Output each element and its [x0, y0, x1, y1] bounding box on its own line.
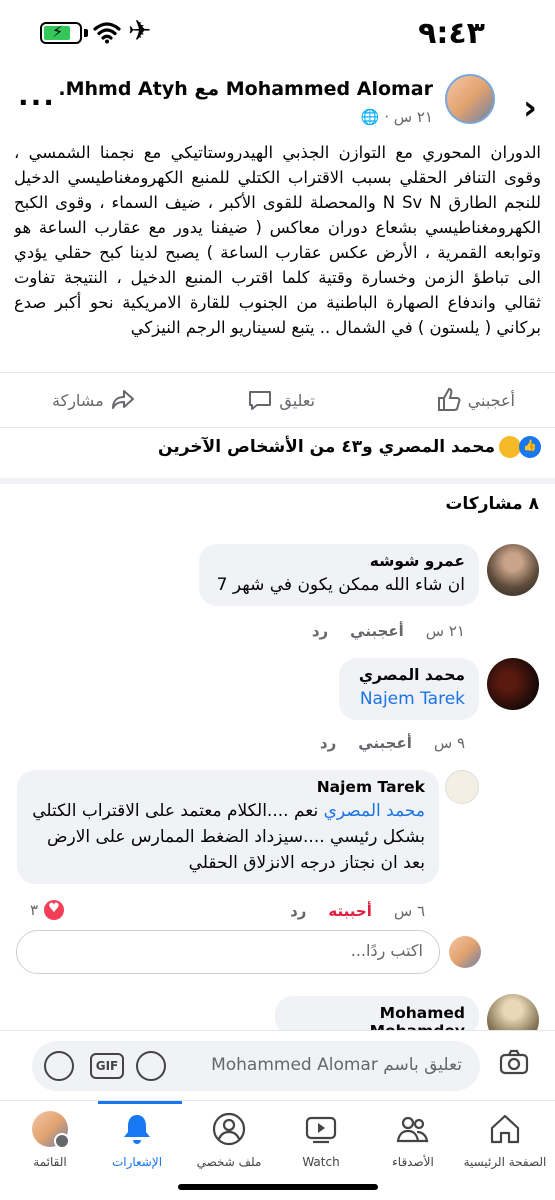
friends-icon [396, 1116, 429, 1143]
love-reaction-icon [44, 900, 65, 920]
watch-icon [305, 1116, 337, 1144]
tab-profile[interactable]: ملف شخصي [179, 1111, 279, 1169]
author-avatar[interactable] [445, 74, 495, 124]
comment-placeholder: تعليق باسم Mohammed Alomar [211, 1055, 462, 1075]
reply-user-avatar [449, 936, 481, 968]
comment-meta: ٦ س أحببته رد [290, 902, 425, 920]
comment-label: تعليق [279, 390, 315, 410]
menu-avatar-icon [32, 1111, 70, 1149]
tab-watch-label: Watch [302, 1155, 340, 1169]
camera-icon[interactable] [499, 1049, 529, 1075]
commenter-avatar[interactable] [487, 658, 539, 710]
reactions-summary[interactable]: محمد المصري و٤٣ من الأشخاص الآخرين [158, 436, 541, 458]
comment-time: ٦ س [393, 902, 425, 920]
home-icon [490, 1114, 520, 1144]
back-chevron-icon[interactable]: › [523, 88, 537, 128]
tab-menu[interactable]: القائمة [0, 1111, 100, 1169]
bell-icon [124, 1115, 150, 1144]
tab-notifications-label: الإشعارات [111, 1155, 163, 1169]
commenter-avatar[interactable] [487, 544, 539, 596]
comment-loved-button[interactable]: أحببته [328, 902, 371, 920]
post-meta: ٢١ س · 🌐 [360, 108, 433, 126]
commenter-name[interactable]: عمرو شوشه [213, 552, 465, 570]
post-author-title[interactable]: Mohammed Alomar مع Mhmd Atyh. [58, 78, 433, 100]
gif-button[interactable]: GIF [90, 1053, 124, 1079]
battery-icon: ⚡ [40, 22, 82, 44]
comment-reply-button[interactable]: رد [290, 902, 306, 920]
globe-icon: 🌐 [360, 108, 380, 126]
commenter-name[interactable]: محمد المصري [353, 666, 465, 684]
comment-bubble: محمد المصري Najem Tarek [339, 658, 479, 720]
tab-watch[interactable]: Watch [271, 1111, 371, 1169]
comment-meta: ٩ س أعجبني رد [320, 734, 465, 752]
comment-reaction-count[interactable]: ٣ [30, 900, 65, 920]
tab-profile-label: ملف شخصي [196, 1155, 262, 1169]
status-time: ٩:٤٣ [418, 16, 485, 51]
comment-bubble: Najem Tarek محمد المصري نعم ....الكلام م… [17, 770, 439, 884]
status-bar: ⚡ ✈ ٩:٤٣ [0, 0, 555, 66]
comment-reply-button[interactable]: رد [312, 622, 328, 640]
comment-composer: GIF تعليق باسم Mohammed Alomar [0, 1030, 555, 1100]
comment-input[interactable]: GIF تعليق باسم Mohammed Alomar [32, 1041, 480, 1091]
comment-time: ٢١ س [425, 622, 465, 640]
like-reaction-icon [519, 436, 541, 458]
share-label: مشاركة [52, 390, 104, 410]
shares-count[interactable]: ٨ مشاركات [445, 494, 539, 514]
comment-bubble: عمرو شوشه ان شاء الله ممكن يكون في شهر 7 [199, 544, 479, 606]
commenter-avatar[interactable] [445, 770, 479, 804]
comment-time: ٩ س [433, 734, 465, 752]
active-tab-indicator [98, 1101, 182, 1104]
share-icon [111, 390, 134, 409]
sticker-icon[interactable] [136, 1051, 166, 1081]
comment-button[interactable]: تعليق [247, 387, 315, 413]
post-body: الدوران المحوري مع التوازن الجذبي الهيدر… [14, 143, 541, 337]
comment-like-button[interactable]: أعجبني [350, 622, 404, 640]
comment-like-button[interactable]: أعجبني [358, 734, 412, 752]
reactions-text: محمد المصري و٤٣ من الأشخاص الآخرين [158, 437, 495, 457]
post-header: › Mohammed Alomar مع Mhmd Atyh. ٢١ س · 🌐… [0, 66, 555, 140]
emoji-icon[interactable] [44, 1051, 74, 1081]
tab-menu-label: القائمة [33, 1155, 67, 1169]
reply-input[interactable]: اكتب ردًا... [16, 930, 440, 974]
airplane-mode-icon: ✈ [128, 14, 152, 47]
tab-friends-label: الأصدقاء [392, 1155, 434, 1169]
post-actions: أعجبني تعليق مشاركة [0, 372, 555, 428]
comment-meta: ٢١ س أعجبني رد [312, 622, 465, 640]
tab-friends[interactable]: الأصدقاء [363, 1111, 463, 1169]
thumbs-up-icon [437, 387, 461, 411]
post-time: ٢١ س [393, 108, 433, 126]
comment-text: ان شاء الله ممكن يكون في شهر 7 [216, 575, 465, 595]
like-button[interactable]: أعجبني [436, 387, 515, 413]
care-reaction-icon [499, 436, 521, 458]
profile-icon [212, 1112, 246, 1146]
more-options-icon[interactable]: ··· [18, 86, 56, 119]
comment-icon [249, 391, 272, 410]
comment-text: محمد المصري نعم ....الكلام معتمد على الا… [31, 798, 425, 876]
wifi-icon [93, 22, 121, 44]
tab-home-label: الصفحة الرئيسية [463, 1155, 547, 1169]
section-divider [0, 478, 555, 484]
reaction-count-value: ٣ [30, 901, 39, 919]
commenter-name[interactable]: Najem Tarek [31, 778, 425, 796]
comment-reply-button[interactable]: رد [320, 734, 336, 752]
share-button[interactable]: مشاركة [52, 387, 136, 413]
home-indicator [178, 1184, 378, 1190]
tab-notifications[interactable]: الإشعارات [87, 1111, 187, 1169]
comment-mention-link[interactable]: Najem Tarek [353, 686, 465, 712]
battery-tip [84, 29, 88, 37]
like-label: أعجبني [467, 390, 515, 410]
tab-home[interactable]: الصفحة الرئيسية [455, 1111, 555, 1169]
comment-mention-link[interactable]: محمد المصري [324, 801, 425, 821]
